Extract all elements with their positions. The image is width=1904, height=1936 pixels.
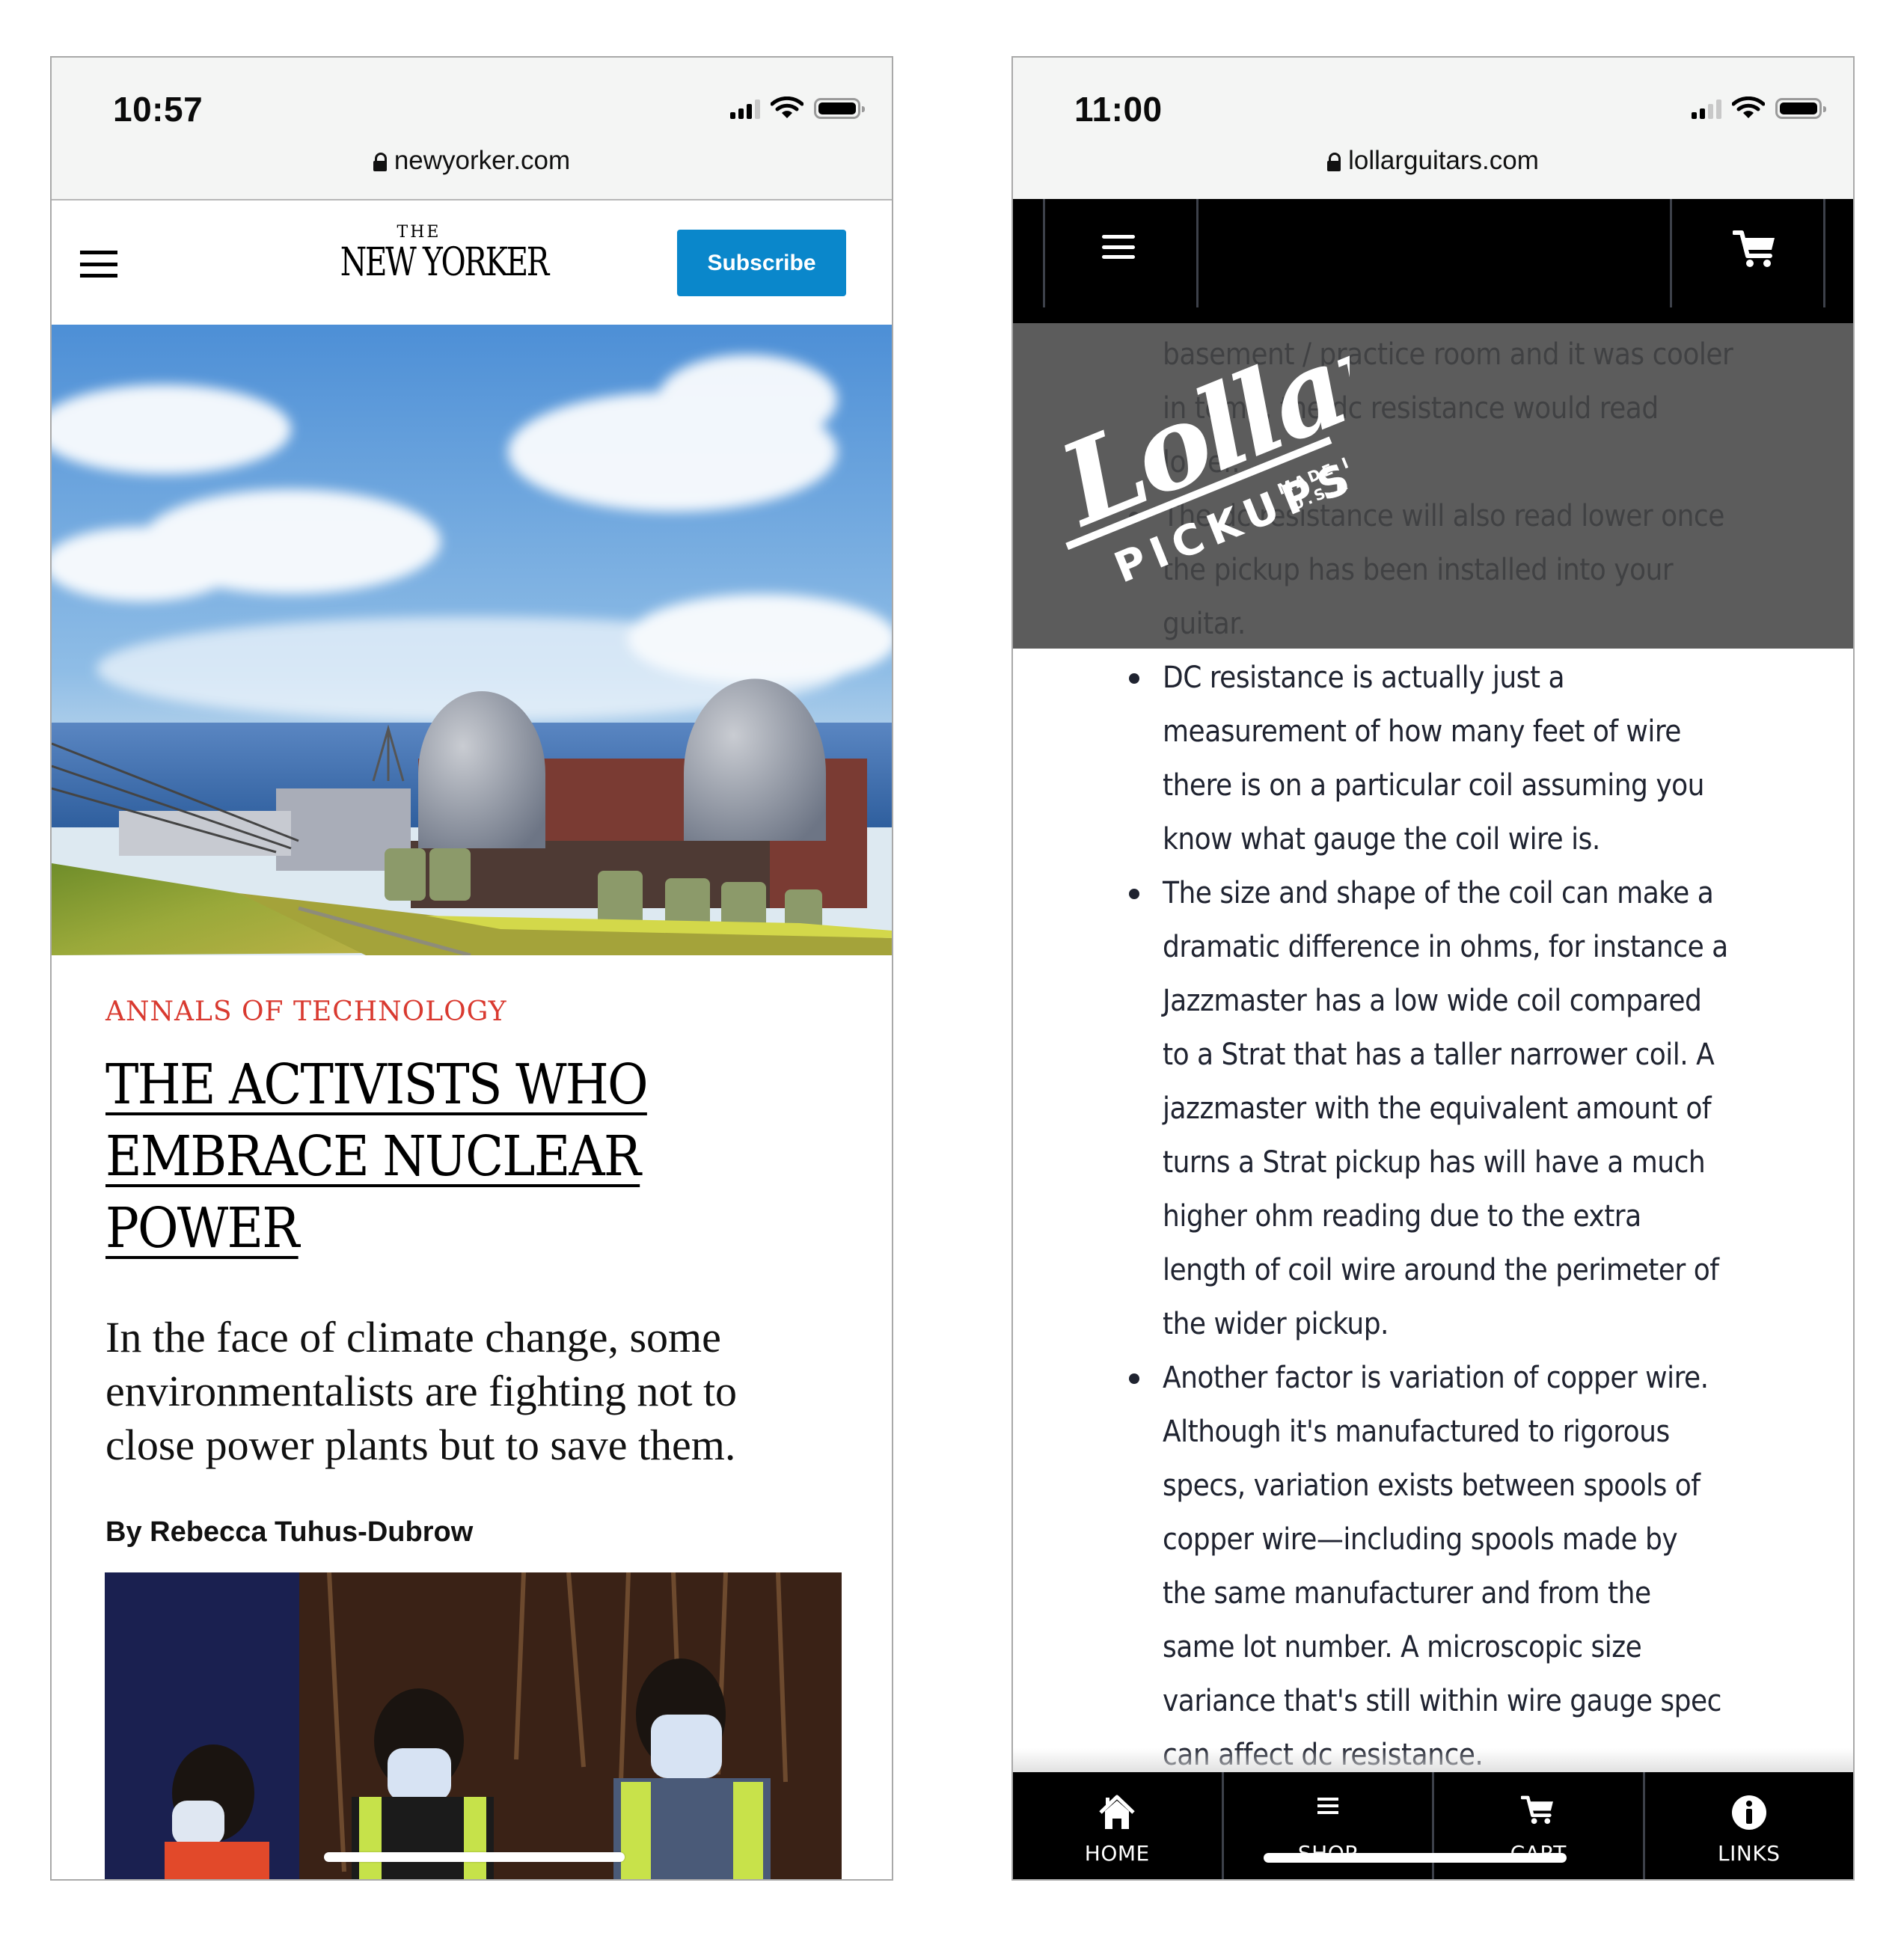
- wifi-icon: [1732, 97, 1765, 118]
- list-item-line: dramatic difference in ohms, for instanc…: [1163, 930, 1728, 964]
- cart-icon: [1521, 1795, 1554, 1825]
- bottom-fade: [1013, 1748, 1853, 1774]
- article-dek: In the face of climate change, some envi…: [105, 1311, 854, 1472]
- article-byline[interactable]: By Rebecca Tuhus-Dubrow: [105, 1516, 473, 1549]
- list-item-line: there is on a particular coil assuming y…: [1163, 768, 1704, 803]
- list-item-line: jazzmaster with the equivalent amount of: [1163, 1091, 1712, 1126]
- signal-icon: [1692, 99, 1721, 119]
- nav-tab-cart[interactable]: CART: [1434, 1772, 1645, 1879]
- nav-label: HOME: [1084, 1841, 1150, 1866]
- browser-chrome: 11:00 lollarguitars.com: [1013, 58, 1853, 199]
- bottom-nav: HOME SHOP CART LINKS: [1013, 1772, 1853, 1879]
- home-indicator: [324, 1852, 625, 1862]
- dek-line: environmentalists are fighting not to: [105, 1367, 738, 1415]
- status-time: 11:00: [1074, 90, 1163, 129]
- list-item-line: measurement of how many feet of wire: [1163, 714, 1681, 749]
- site-header: [1013, 199, 1853, 323]
- lock-icon: [1327, 153, 1341, 171]
- new-yorker-logo[interactable]: THE NEW YORKER: [318, 223, 550, 285]
- list-item-line: specs, variation exists between spools o…: [1163, 1468, 1701, 1503]
- url-text: lollarguitars.com: [1348, 146, 1539, 175]
- list-item-line: Although it's manufactured to rigorous: [1163, 1415, 1670, 1449]
- header-divider: [1043, 199, 1045, 307]
- nav-tab-links[interactable]: LINKS: [1645, 1772, 1854, 1879]
- list-item-start: DC resistance is actually just a: [1128, 651, 1733, 705]
- list-item-line: know what gauge the coil wire is.: [1163, 822, 1600, 857]
- home-icon: [1099, 1795, 1135, 1829]
- article-photo: [105, 1572, 842, 1879]
- signal-icon: [730, 99, 760, 119]
- status-icons: [730, 97, 865, 119]
- list-item-line: same lot number. A microscopic size: [1163, 1630, 1642, 1664]
- list-item-line: to a Strat that has a taller narrower co…: [1163, 1038, 1715, 1072]
- masked-people-photo: [105, 1572, 842, 1879]
- dek-line: close power plants but to save them.: [105, 1421, 736, 1469]
- nav-tab-shop[interactable]: SHOP: [1224, 1772, 1434, 1879]
- wifi-icon: [771, 97, 803, 118]
- phone-screenshot-lollar: 11:00 lollarguitars.com DC resistance is…: [1011, 56, 1855, 1881]
- section-rubric[interactable]: ANNALS OF TECHNOLOGY: [105, 996, 507, 1027]
- dek-line: In the face of climate change, some: [105, 1313, 721, 1361]
- browser-chrome: 10:57 newyorker.com: [52, 58, 892, 200]
- list-item-line: copper wire—including spools made by: [1163, 1522, 1678, 1557]
- info-icon: [1731, 1795, 1766, 1830]
- header-divider: [1196, 199, 1199, 307]
- list-item-line: Jazzmaster has a low wide coil compared: [1163, 984, 1702, 1018]
- list-item-start: Another factor is variation of copper wi…: [1128, 1351, 1733, 1405]
- battery-icon: [1775, 98, 1826, 119]
- cart-icon[interactable]: [1733, 229, 1778, 268]
- url-text: newyorker.com: [394, 146, 571, 175]
- header-divider: [1823, 199, 1825, 307]
- hamburger-menu-icon[interactable]: [1102, 235, 1135, 259]
- nav-label: LINKS: [1718, 1841, 1781, 1866]
- nav-tab-home[interactable]: HOME: [1013, 1772, 1224, 1879]
- list-item-line: turns a Strat pickup has will have a muc…: [1163, 1145, 1706, 1180]
- headline-line[interactable]: THE ACTIVISTS WHO: [105, 1049, 711, 1121]
- lollar-pickups-logo[interactable]: Lollar PICKUPS MADE IN U.S.A.: [1035, 331, 1350, 585]
- list-item-line: the wider pickup.: [1163, 1307, 1389, 1341]
- list-item-line: higher ohm reading due to the extra: [1163, 1199, 1641, 1234]
- logo-overlay: Lollar PICKUPS MADE IN U.S.A.: [1013, 323, 1853, 649]
- status-icons: [1692, 97, 1826, 119]
- list-item-line: variance that's still within wire gauge …: [1163, 1684, 1721, 1718]
- phone-screenshot-newyorker: 10:57 newyorker.com THE NEW YORKER Subsc…: [50, 56, 893, 1881]
- menu-icon: [1317, 1798, 1338, 1814]
- hamburger-menu-icon[interactable]: [80, 251, 117, 278]
- article-headline[interactable]: THE ACTIVISTS WHO EMBRACE NUCLEAR POWER: [105, 1049, 779, 1264]
- logo-the: THE: [397, 223, 441, 242]
- nuclear-plant-painting: [52, 325, 892, 955]
- subscribe-button[interactable]: Subscribe: [677, 230, 846, 296]
- headline-line[interactable]: POWER: [105, 1192, 711, 1264]
- header-divider: [1670, 199, 1672, 307]
- battery-icon: [814, 98, 865, 119]
- list-item-line: the same manufacturer and from the: [1163, 1576, 1651, 1611]
- hero-image: [52, 325, 892, 955]
- list-item-start: The size and shape of the coil can make …: [1128, 866, 1733, 920]
- lock-icon: [373, 153, 387, 171]
- status-time: 10:57: [113, 90, 203, 129]
- list-item-line: length of coil wire around the perimeter…: [1163, 1253, 1719, 1287]
- headline-line[interactable]: EMBRACE NUCLEAR: [105, 1121, 711, 1192]
- site-header: THE NEW YORKER Subscribe: [52, 200, 892, 325]
- logo-name: NEW YORKER: [340, 240, 550, 285]
- address-bar[interactable]: lollarguitars.com: [1013, 146, 1853, 176]
- home-indicator: [1264, 1853, 1567, 1863]
- address-bar[interactable]: newyorker.com: [52, 146, 892, 176]
